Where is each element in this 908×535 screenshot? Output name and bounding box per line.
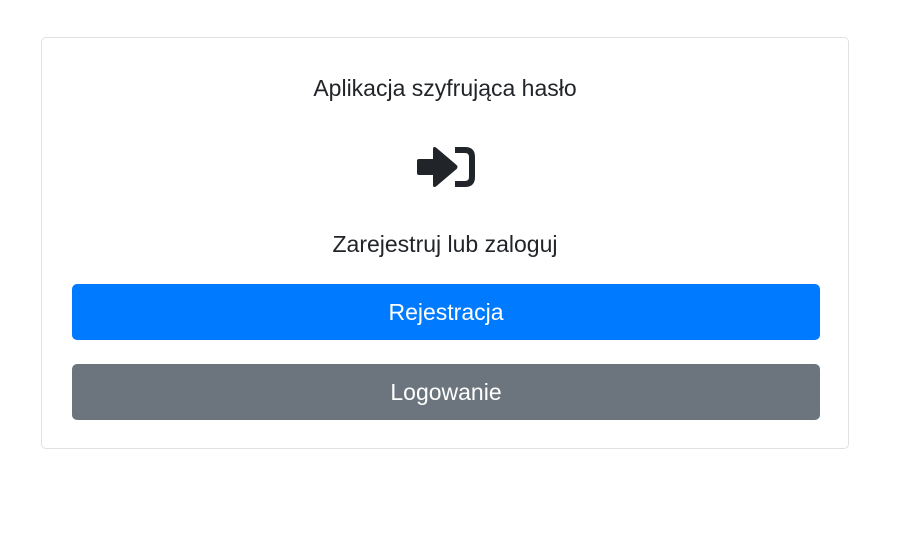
login-button[interactable]: Logowanie — [72, 364, 820, 420]
subtitle: Zarejestruj lub zaloguj — [332, 231, 558, 257]
register-button[interactable]: Rejestracja — [72, 284, 820, 340]
welcome-card: Aplikacja szyfrująca hasło Zarejestruj l… — [41, 37, 849, 449]
sign-in-icon — [415, 143, 477, 191]
app-title: Aplikacja szyfrująca hasło — [313, 75, 577, 101]
